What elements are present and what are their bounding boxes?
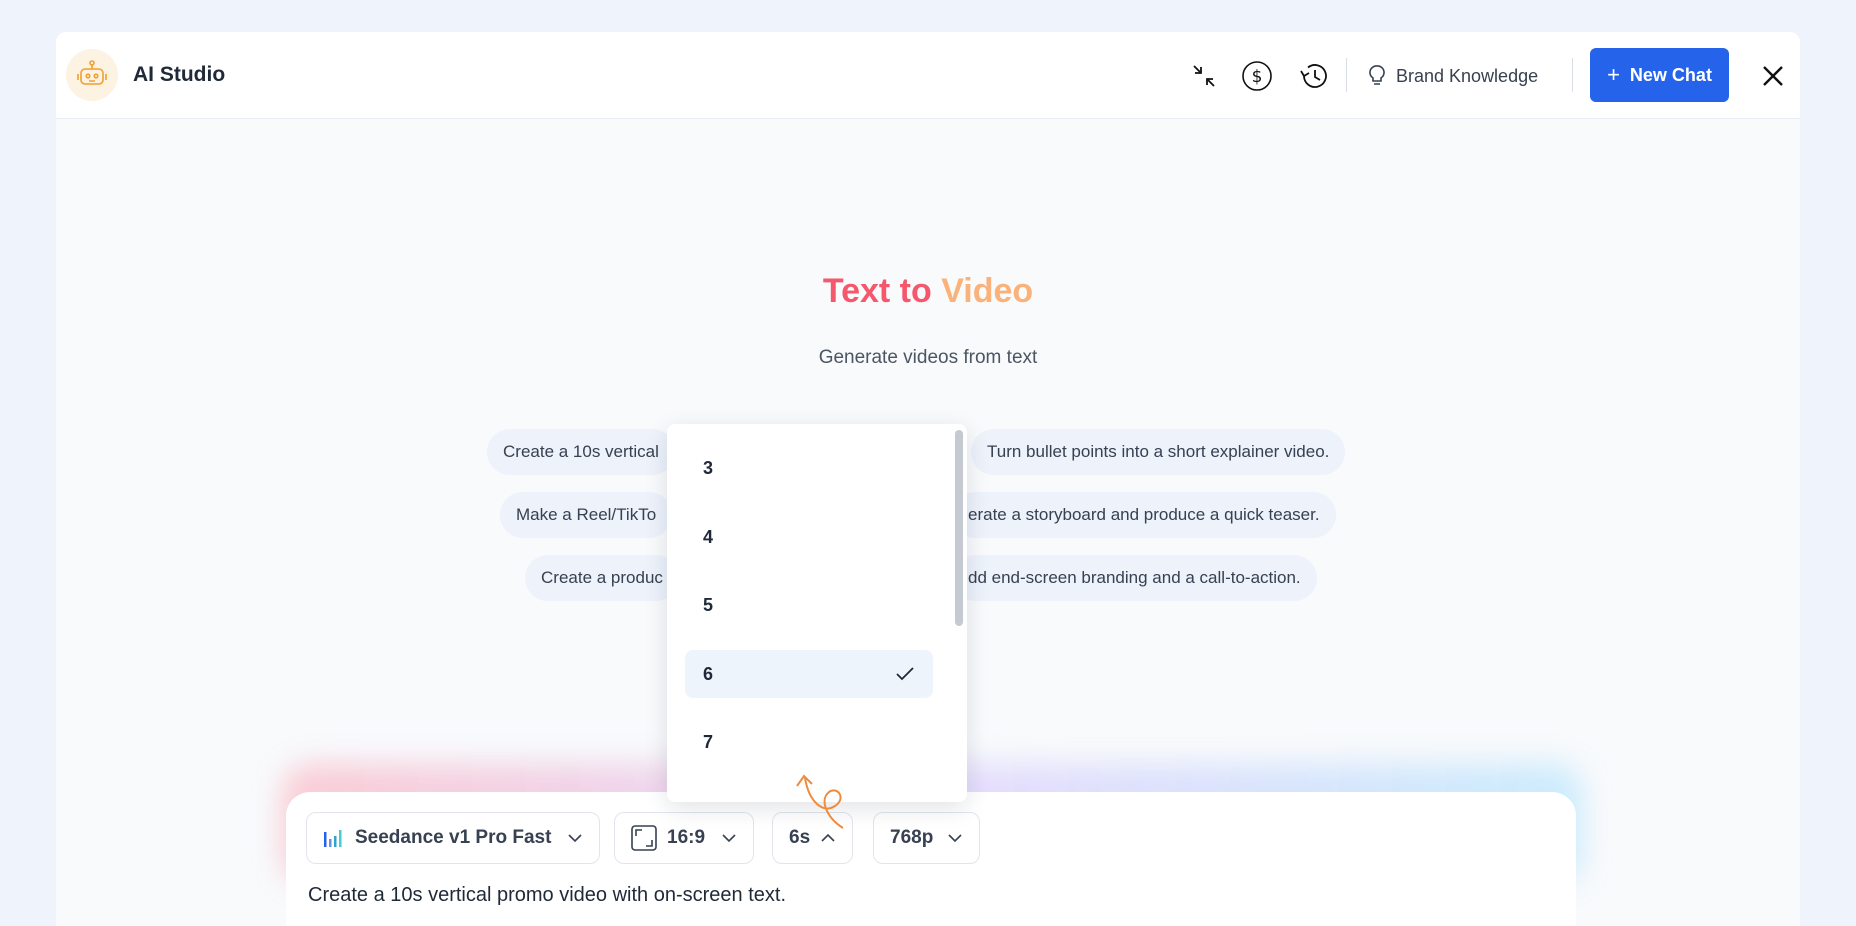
duration-option[interactable]: 5	[685, 581, 933, 629]
model-select[interactable]: Seedance v1 Pro Fast	[306, 812, 601, 864]
aspect-ratio-icon	[631, 825, 657, 851]
title-text-part1: Text to	[822, 272, 942, 310]
model-bars-icon	[323, 828, 345, 848]
robot-icon	[66, 49, 118, 101]
history-icon[interactable]	[1296, 58, 1332, 94]
dropdown-scrollbar[interactable]	[955, 430, 963, 626]
model-label: Seedance v1 Pro Fast	[355, 827, 552, 848]
suggestion-chip[interactable]: Make a Reel/TikTo	[500, 492, 673, 538]
chevron-down-icon	[947, 833, 963, 843]
header-divider-2	[1572, 58, 1573, 92]
page-subtitle: Generate videos from text	[818, 347, 1038, 368]
prompt-composer: Seedance v1 Pro Fast 16:9 6s 768p Create…	[286, 792, 1576, 926]
duration-option[interactable]: 4	[685, 513, 933, 561]
dollar-icon[interactable]: $	[1239, 58, 1275, 94]
close-icon[interactable]	[1753, 56, 1793, 96]
option-label: 3	[703, 457, 714, 478]
suggestion-chip[interactable]: Create a produc	[525, 555, 679, 601]
annotation-arrow	[796, 774, 844, 829]
check-icon	[895, 666, 915, 682]
brand-knowledge-label: Brand Knowledge	[1396, 65, 1539, 86]
suggestion-chip[interactable]: Turn bullet points into a short explaine…	[971, 429, 1346, 475]
duration-option[interactable]: 3	[685, 444, 933, 492]
resolution-select[interactable]: 768p	[873, 812, 981, 864]
header-divider	[1346, 58, 1347, 92]
aspect-ratio-label: 16:9	[667, 827, 706, 848]
new-chat-button[interactable]: + New Chat	[1590, 48, 1729, 102]
resolution-label: 768p	[890, 827, 934, 848]
svg-text:$: $	[1252, 67, 1263, 87]
ai-studio-window: AI Studio $ Brand Knowledge + New Chat T…	[56, 32, 1800, 926]
prompt-input[interactable]: Create a 10s vertical promo video with o…	[308, 884, 786, 907]
suggestion-chip[interactable]: dd end-screen branding and a call-to-act…	[952, 555, 1317, 601]
duration-option-selected[interactable]: 6	[685, 650, 933, 698]
plus-icon: +	[1607, 62, 1620, 87]
suggestion-chip[interactable]: erate a storyboard and produce a quick t…	[952, 492, 1336, 538]
suggestion-chip[interactable]: Create a 10s vertical	[487, 429, 675, 475]
option-label: 5	[703, 594, 714, 615]
option-label: 6	[703, 663, 714, 684]
collapse-icon[interactable]	[1186, 58, 1222, 94]
title-text-part2: Video	[941, 272, 1034, 310]
option-label: 4	[703, 526, 714, 547]
header-bar: AI Studio $ Brand Knowledge + New Chat	[56, 32, 1800, 119]
option-label: 7	[703, 731, 714, 752]
chevron-down-icon	[567, 833, 583, 843]
lightbulb-icon	[1368, 64, 1386, 88]
page-title: Text to Video	[56, 272, 1800, 311]
chevron-down-icon	[721, 833, 737, 843]
aspect-ratio-select[interactable]: 16:9	[614, 812, 755, 864]
app-title: AI Studio	[133, 63, 226, 86]
brand-knowledge-button[interactable]: Brand Knowledge	[1368, 57, 1538, 95]
new-chat-label: New Chat	[1629, 64, 1712, 85]
